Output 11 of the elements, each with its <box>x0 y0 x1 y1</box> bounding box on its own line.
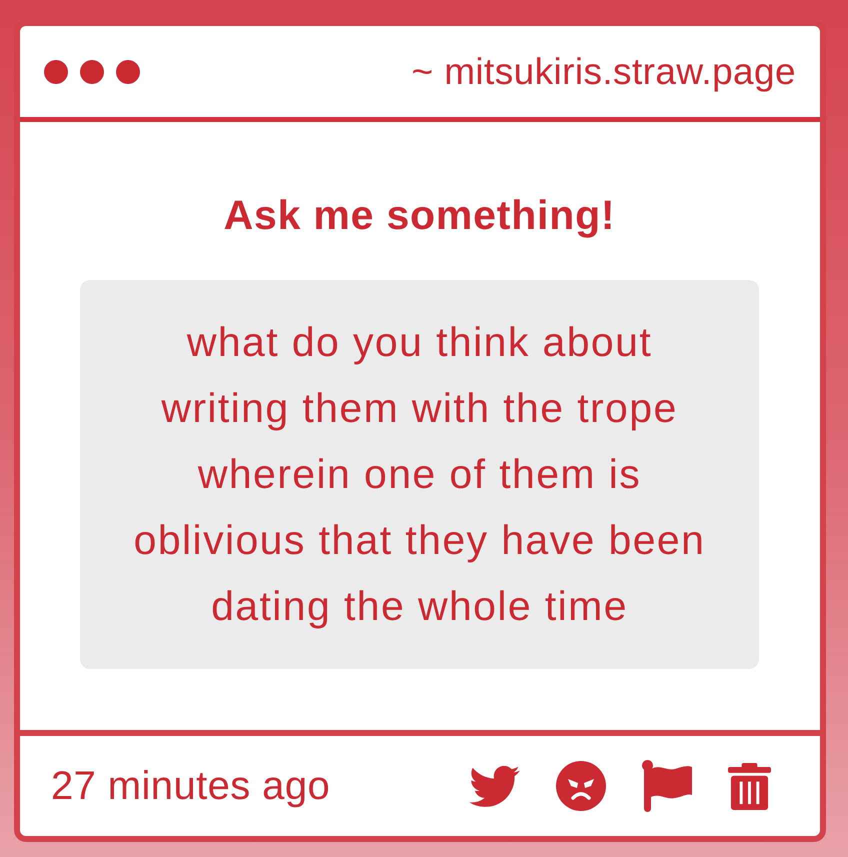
timestamp: 27 minutes ago <box>51 764 330 808</box>
flag-icon[interactable] <box>642 760 692 812</box>
question-text: what do you think about writing them with the trope wherein one of them is oblivious that they have been dating the whole time <box>132 318 706 631</box>
bird-icon[interactable] <box>469 766 520 806</box>
prompt-title: Ask me something! <box>222 192 616 238</box>
trash-icon[interactable] <box>728 762 771 810</box>
window-dot-icon <box>80 60 104 84</box>
window-dot-icon <box>44 60 68 84</box>
page-address: ~ mitsukiris.straw.page <box>412 50 796 92</box>
window-dot-icon <box>116 60 140 84</box>
angry-face-icon[interactable] <box>556 761 606 811</box>
